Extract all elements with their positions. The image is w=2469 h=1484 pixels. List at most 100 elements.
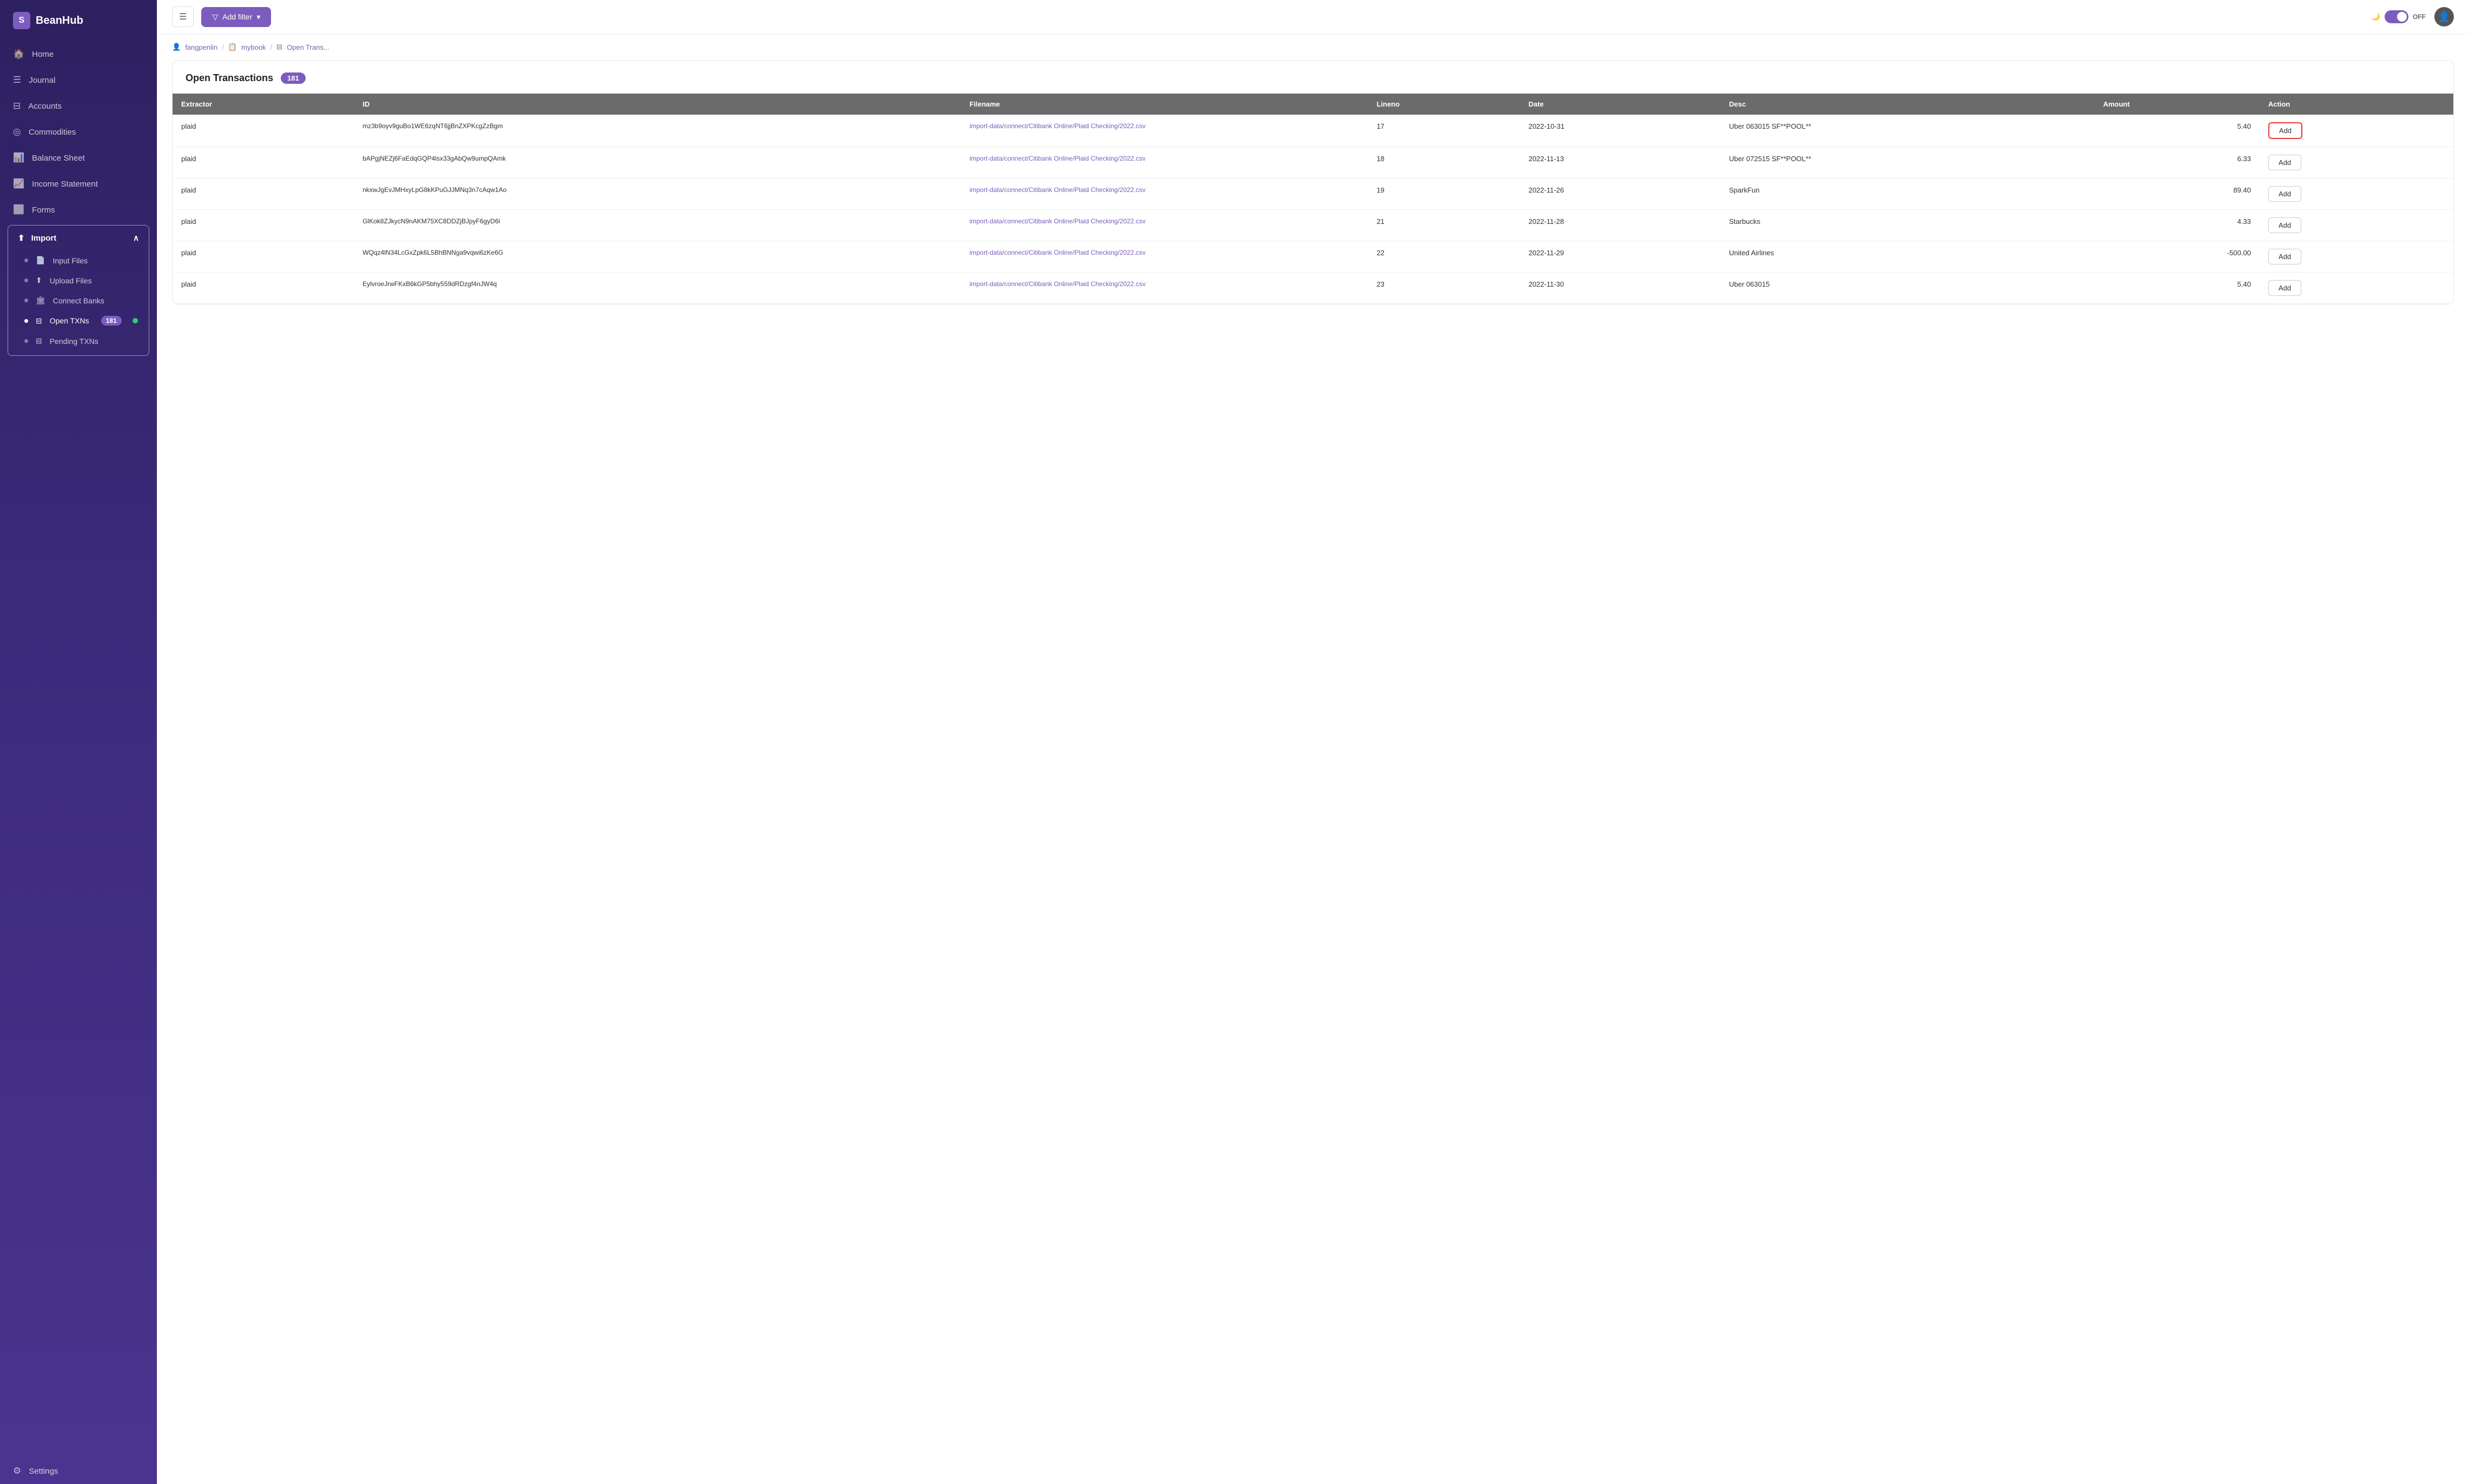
col-date: Date xyxy=(1520,94,1720,115)
table-row: plaid bAPgjNEZj6FaEdqGQP4lsx33gAbQw9umpQ… xyxy=(173,147,2453,178)
nav-home[interactable]: 🏠 Home xyxy=(0,41,157,67)
add-button[interactable]: Add xyxy=(2268,155,2301,170)
nav-income-statement-label: Income Statement xyxy=(32,180,98,189)
nav-income-statement[interactable]: 📈 Income Statement xyxy=(0,171,157,197)
breadcrumb-page[interactable]: Open Trans... xyxy=(287,43,329,51)
sub-dot xyxy=(24,259,28,262)
cell-lineno: 19 xyxy=(1368,178,1520,210)
nav-commodities[interactable]: ◎ Commodities xyxy=(0,119,157,145)
settings-nav: ⚙ Settings xyxy=(0,1458,157,1484)
toggle-thumb xyxy=(2397,12,2407,22)
cell-action: Add xyxy=(2260,273,2453,304)
cell-amount: 5.40 xyxy=(2095,115,2260,147)
forms-icon: ⬜ xyxy=(13,204,24,215)
filter-icon: ▽ xyxy=(212,12,218,22)
user-avatar[interactable]: 👤 xyxy=(2434,7,2454,27)
toggle-track[interactable] xyxy=(2385,10,2408,23)
add-filter-label: Add filter xyxy=(222,12,252,21)
cell-date: 2022-11-13 xyxy=(1520,147,1720,178)
bank-icon: 🏛 xyxy=(36,296,45,305)
cell-id: mz3b9oyv9guBo1WE6zqNT6jjBnZXPKcgZzBgm xyxy=(354,115,961,147)
sidebar-item-input-files[interactable]: 📄 Input Files xyxy=(8,250,149,270)
import-header[interactable]: ⬆ Import ∧ xyxy=(8,226,149,250)
add-filter-button[interactable]: ▽ Add filter ▾ xyxy=(201,7,271,27)
add-button[interactable]: Add xyxy=(2268,280,2301,296)
logo-icon: S xyxy=(13,12,30,29)
nav-settings[interactable]: ⚙ Settings xyxy=(0,1458,157,1484)
add-button[interactable]: Add xyxy=(2268,217,2301,233)
import-section: ⬆ Import ∧ 📄 Input Files ⬆ Upload Files … xyxy=(8,225,149,356)
import-label: Import xyxy=(31,234,57,243)
col-extractor: Extractor xyxy=(173,94,354,115)
breadcrumb: 👤 fangpenlin / 📋 mybook / ⊟ Open Trans..… xyxy=(157,34,2469,60)
breadcrumb-user[interactable]: fangpenlin xyxy=(185,43,217,51)
menu-button[interactable]: ☰ xyxy=(172,6,194,27)
page-section: Open Transactions 181 Extractor ID Filen… xyxy=(172,60,2454,304)
avatar-icon: 👤 xyxy=(2438,11,2450,23)
nav-journal[interactable]: ☰ Journal xyxy=(0,67,157,93)
import-icon: ⬆ xyxy=(18,233,25,243)
nav-forms[interactable]: ⬜ Forms xyxy=(0,197,157,223)
cell-filename[interactable]: import-data/connect/Citibank Online/Plai… xyxy=(961,241,1368,273)
cell-amount: 89.40 xyxy=(2095,178,2260,210)
cell-amount: 4.33 xyxy=(2095,210,2260,241)
import-chevron-icon: ∧ xyxy=(133,233,139,243)
breadcrumb-book-icon: 📋 xyxy=(228,43,237,51)
nav-balance-sheet-label: Balance Sheet xyxy=(32,154,85,163)
cell-lineno: 17 xyxy=(1368,115,1520,147)
income-statement-icon: 📈 xyxy=(13,178,24,189)
col-lineno: Lineno xyxy=(1368,94,1520,115)
table-container: Extractor ID Filename Lineno Date Desc A… xyxy=(173,94,2453,304)
cell-desc: Uber 072515 SF**POOL** xyxy=(1720,147,2095,178)
cell-id: bAPgjNEZj6FaEdqGQP4lsx33gAbQw9umpQAmk xyxy=(354,147,961,178)
app-logo: S BeanHub xyxy=(0,0,157,41)
sub-dot xyxy=(24,279,28,282)
sidebar-item-connect-banks[interactable]: 🏛 Connect Banks xyxy=(8,290,149,310)
balance-sheet-icon: 📊 xyxy=(13,153,24,163)
cell-extractor: plaid xyxy=(173,210,354,241)
cell-extractor: plaid xyxy=(173,147,354,178)
settings-icon: ⚙ xyxy=(13,1466,21,1476)
cell-id: EylvroeJrwFKxB6kGP5bhy559dRDzgf4nJW4q xyxy=(354,273,961,304)
content-area: 👤 fangpenlin / 📋 mybook / ⊟ Open Trans..… xyxy=(157,34,2469,1484)
nav-accounts[interactable]: ⊟ Accounts xyxy=(0,93,157,119)
nav-journal-label: Journal xyxy=(29,76,55,85)
cell-filename[interactable]: import-data/connect/Citibank Online/Plai… xyxy=(961,273,1368,304)
cell-desc: Starbucks xyxy=(1720,210,2095,241)
add-button[interactable]: Add xyxy=(2268,122,2302,139)
breadcrumb-book[interactable]: mybook xyxy=(241,43,266,51)
cell-action: Add xyxy=(2260,210,2453,241)
dark-mode-toggle[interactable]: 🌙 OFF xyxy=(2372,10,2426,23)
cell-amount: 6.33 xyxy=(2095,147,2260,178)
sidebar-item-open-txns[interactable]: ⊟ Open TXNs 181 xyxy=(8,310,149,331)
cell-id: GlKok8ZJkycN9nAKM75XC8DDZjBJpyF6gyD6l xyxy=(354,210,961,241)
cell-desc: SparkFun xyxy=(1720,178,2095,210)
cell-extractor: plaid xyxy=(173,273,354,304)
cell-filename[interactable]: import-data/connect/Citibank Online/Plai… xyxy=(961,178,1368,210)
table-row: plaid mz3b9oyv9guBo1WE6zqNT6jjBnZXPKcgZz… xyxy=(173,115,2453,147)
cell-filename[interactable]: import-data/connect/Citibank Online/Plai… xyxy=(961,210,1368,241)
cell-filename[interactable]: import-data/connect/Citibank Online/Plai… xyxy=(961,147,1368,178)
open-txns-badge: 181 xyxy=(101,316,122,326)
cell-filename[interactable]: import-data/connect/Citibank Online/Plai… xyxy=(961,115,1368,147)
col-desc: Desc xyxy=(1720,94,2095,115)
col-filename: Filename xyxy=(961,94,1368,115)
transactions-table: Extractor ID Filename Lineno Date Desc A… xyxy=(173,94,2453,304)
topbar: ☰ ▽ Add filter ▾ 🌙 OFF 👤 xyxy=(157,0,2469,34)
nav-commodities-label: Commodities xyxy=(29,128,76,137)
cell-desc: Uber 063015 SF**POOL** xyxy=(1720,115,2095,147)
sub-dot xyxy=(24,299,28,302)
add-button[interactable]: Add xyxy=(2268,249,2301,264)
sidebar-item-pending-txns[interactable]: ⊟ Pending TXNs xyxy=(8,331,149,351)
cell-amount: 5.40 xyxy=(2095,273,2260,304)
table-row: plaid GlKok8ZJkycN9nAKM75XC8DDZjBJpyF6gy… xyxy=(173,210,2453,241)
sidebar-item-upload-files[interactable]: ⬆ Upload Files xyxy=(8,270,149,290)
cell-action: Add xyxy=(2260,115,2453,147)
cell-date: 2022-11-26 xyxy=(1520,178,1720,210)
journal-icon: ☰ xyxy=(13,75,21,85)
connect-banks-label: Connect Banks xyxy=(53,296,104,305)
nav-balance-sheet[interactable]: 📊 Balance Sheet xyxy=(0,145,157,171)
add-button[interactable]: Add xyxy=(2268,186,2301,202)
toggle-label: OFF xyxy=(2413,13,2426,21)
cell-amount: -500.00 xyxy=(2095,241,2260,273)
